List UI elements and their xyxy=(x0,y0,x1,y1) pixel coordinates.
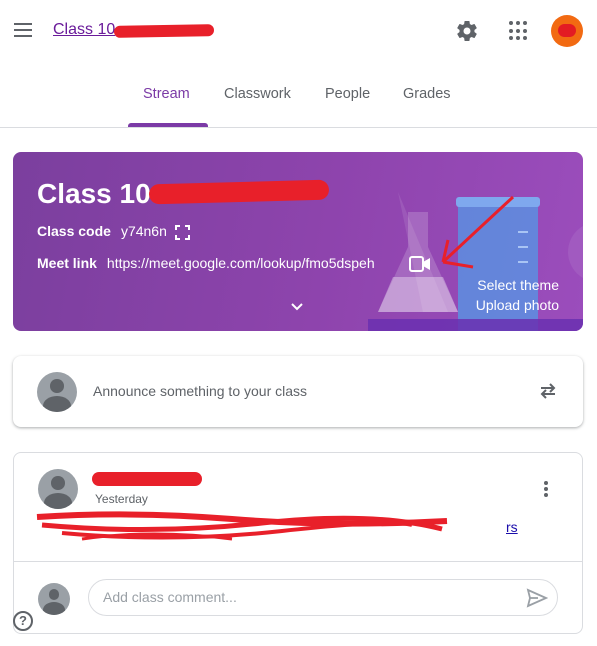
meet-link-label: Meet link xyxy=(37,255,97,271)
class-code-row: Class code y74n6n xyxy=(37,223,167,239)
class-code-value: y74n6n xyxy=(120,223,167,239)
avatar xyxy=(38,583,70,615)
tab-classwork[interactable]: Classwork xyxy=(224,86,291,102)
announce-card[interactable]: Announce something to your class xyxy=(13,356,583,427)
tab-people[interactable]: People xyxy=(325,86,370,102)
tab-grades[interactable]: Grades xyxy=(403,86,451,102)
comment-input[interactable] xyxy=(103,589,503,605)
class-code-label: Class code xyxy=(37,223,111,239)
post-card: Yesterday rs xyxy=(13,452,583,634)
gear-icon[interactable] xyxy=(455,19,479,43)
header-divider xyxy=(0,127,597,128)
comment-divider xyxy=(14,561,582,562)
tab-bar: Stream Classwork People Grades xyxy=(0,78,597,128)
avatar xyxy=(38,469,78,509)
redaction-mark xyxy=(92,472,202,486)
repost-icon[interactable] xyxy=(537,380,559,402)
post-timestamp: Yesterday xyxy=(95,492,148,506)
class-title: Class 10 xyxy=(37,178,151,209)
more-vert-icon[interactable] xyxy=(541,481,551,499)
redaction-mark xyxy=(113,24,215,38)
redaction-mark xyxy=(148,179,330,205)
help-icon[interactable]: ? xyxy=(13,611,33,631)
redaction-scribble xyxy=(36,511,448,541)
select-theme-link[interactable]: Select theme xyxy=(477,277,559,293)
upload-photo-link[interactable]: Upload photo xyxy=(476,297,559,313)
account-avatar[interactable] xyxy=(551,15,583,47)
send-icon[interactable] xyxy=(526,588,548,608)
avatar xyxy=(37,372,77,412)
class-banner: Class 10 Class code y74n6n Meet link https… xyxy=(13,152,583,331)
tab-stream[interactable]: Stream xyxy=(143,86,190,102)
menu-icon[interactable] xyxy=(14,23,36,41)
meet-link-value[interactable]: https://meet.google.com/lookup/fmo5dspeh xyxy=(107,255,375,271)
apps-icon[interactable] xyxy=(509,21,529,41)
announce-placeholder[interactable]: Announce something to your class xyxy=(93,383,307,399)
top-app-bar: Class 10 xyxy=(0,0,597,62)
chevron-down-icon[interactable] xyxy=(290,302,304,312)
post-link[interactable]: rs xyxy=(506,519,518,535)
meet-link-row: Meet link https://meet.google.com/lookup/… xyxy=(37,255,375,271)
video-camera-icon[interactable] xyxy=(409,256,431,272)
fullscreen-icon[interactable] xyxy=(175,225,190,240)
class-name-link[interactable]: Class 10 xyxy=(53,21,115,39)
comment-box[interactable] xyxy=(88,579,558,616)
annotation-arrow xyxy=(441,195,515,269)
